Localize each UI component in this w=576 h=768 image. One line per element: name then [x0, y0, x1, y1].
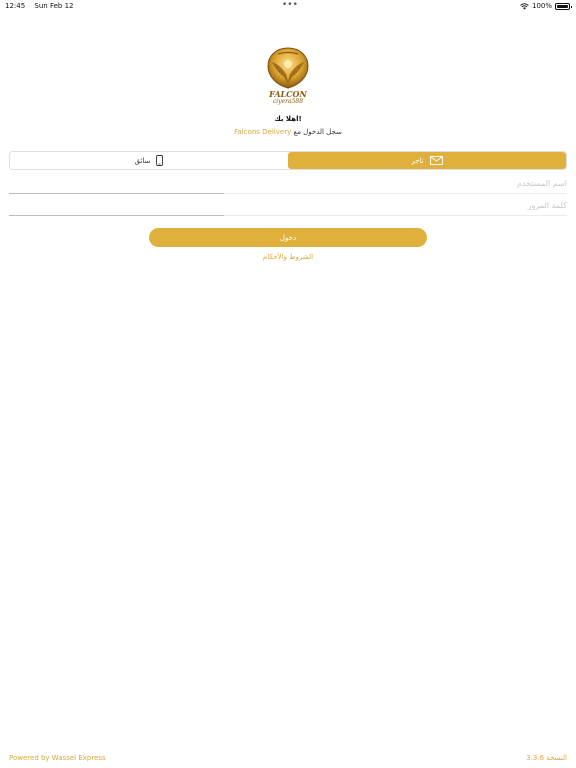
status-bar: 12:45 Sun Feb 12 ••• 100% — [0, 0, 576, 12]
wifi-icon — [520, 2, 529, 9]
welcome-title: اهلا بك! — [274, 115, 302, 123]
username-field — [9, 172, 567, 194]
brand-name: Falcons Delivery — [234, 128, 292, 136]
login-with-text: Falcons Delivery سجل الدخول مع — [0, 128, 576, 136]
login-button[interactable]: دخول — [149, 228, 427, 247]
password-field — [9, 194, 567, 216]
status-time: 12:45 — [5, 2, 26, 10]
username-input[interactable] — [9, 175, 567, 191]
password-input[interactable] — [9, 197, 567, 213]
battery-icon — [555, 2, 572, 10]
merchant-label: تاجر — [411, 156, 424, 165]
app-logo: FALCON ciyera588 — [264, 44, 312, 106]
password-underline — [9, 215, 224, 216]
envelope-icon — [429, 156, 443, 165]
battery-percent: 100% — [531, 2, 552, 10]
multitasking-dots-icon[interactable]: ••• — [282, 0, 298, 10]
driver-tab[interactable]: سائق — [10, 152, 288, 169]
user-type-segmented-control: سائق تاجر — [9, 151, 567, 170]
terms-link[interactable]: الشروط والأحكام — [0, 253, 576, 261]
version-text: النسخة 3.3.6 — [526, 754, 567, 762]
phone-icon — [156, 155, 164, 166]
logo-tagline: ciyera588 — [272, 98, 304, 105]
powered-by-text: Powered by Wassel Express — [9, 754, 106, 762]
falcon-crest-icon — [267, 47, 309, 89]
login-prefix: سجل الدخول مع — [293, 128, 342, 136]
battery-level — [557, 4, 568, 8]
status-date: Sun Feb 12 — [34, 2, 74, 10]
merchant-tab[interactable]: تاجر — [288, 152, 566, 169]
driver-label: سائق — [134, 156, 151, 165]
